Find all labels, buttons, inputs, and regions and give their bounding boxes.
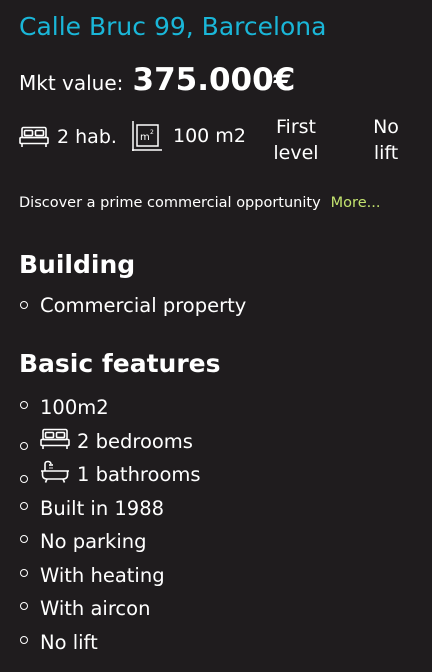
bed-icon [19,126,49,148]
list-item-label: Commercial property [40,293,247,317]
list-item-label: No lift [40,630,98,654]
list-item-label: Built in 1988 [40,496,165,520]
listing-title: Calle Bruc 99, Barcelona [19,12,327,41]
spec-lift-line2: lift [373,142,399,164]
bed-icon [40,428,70,455]
spec-lift-line1: No [373,116,399,138]
list-item: 1 bathrooms [19,458,201,492]
bullet-icon [20,602,28,610]
spec-area: m 2 100 m2 [131,120,246,152]
features-heading: Basic features [19,349,221,378]
list-item-label: 1 bathrooms [77,463,201,487]
list-item: 100m2 [19,391,201,425]
list-item-label: 2 bedrooms [77,429,193,453]
list-item: With aircon [19,592,201,626]
specs-bar: 2 hab. m 2 100 m2 First level No lift [19,114,419,168]
building-heading: Building [19,250,136,279]
svg-text:2: 2 [150,129,154,136]
bullet-icon [20,401,28,409]
list-item: Built in 1988 [19,492,201,526]
area-m2-icon: m 2 [131,120,163,152]
bathtub-icon [40,460,70,489]
spec-bedrooms-label: 2 hab. [57,126,117,148]
bullet-icon [20,301,28,309]
spec-area-label: 100 m2 [173,125,246,147]
list-item-label: With heating [40,563,165,587]
description-text: Discover a prime commercial opportunity [19,195,321,211]
list-item-label: 100m2 [40,396,109,420]
more-link[interactable]: More... [331,195,381,211]
bullet-icon [20,441,28,450]
bullet-icon [20,535,28,543]
price-row: Mkt value: 375.000€ [19,62,295,98]
list-item: With heating [19,559,201,593]
price-label: Mkt value: [19,71,124,95]
spec-level: First level [271,114,321,166]
list-item: No lift [19,626,201,660]
bullet-icon [20,568,28,577]
spec-level-line2: level [273,142,319,164]
spec-lift: No lift [365,114,407,166]
features-list: 100m2 2 bedrooms 1 bathrooms Built in 19… [19,391,201,659]
bullet-icon [20,475,28,483]
spec-level-line1: First [276,116,316,138]
bullet-icon [20,635,28,644]
svg-text:m: m [140,132,150,143]
spec-bedrooms: 2 hab. [19,126,117,148]
list-item-label: No parking [40,530,147,554]
bullet-icon [20,501,28,510]
list-item: 2 bedrooms [19,425,201,459]
list-item: Commercial property [19,291,246,319]
price-value: 375.000€ [132,62,296,98]
list-item-label: With aircon [40,597,151,621]
list-item: No parking [19,525,201,559]
description-row: Discover a prime commercial opportunity M… [19,195,380,211]
building-list: Commercial property [19,291,246,319]
